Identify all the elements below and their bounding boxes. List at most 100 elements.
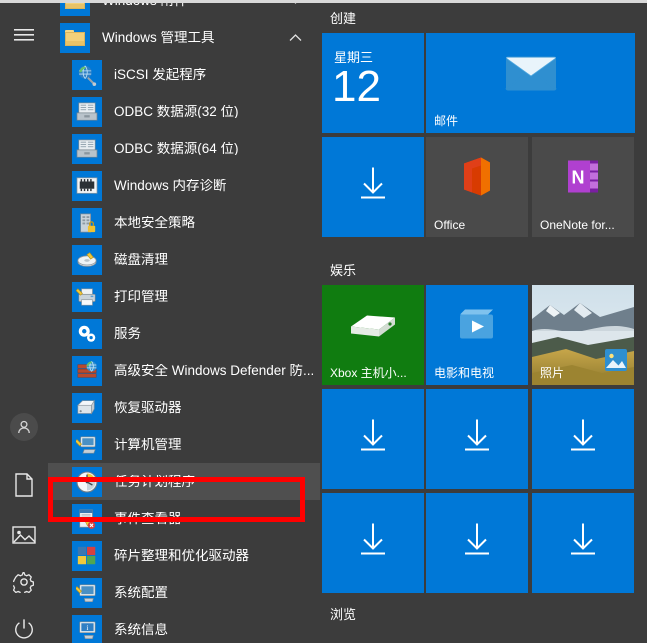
tile-office[interactable]: Office [426,137,528,237]
event-viewer-icon [72,503,102,534]
tile-downloading-7[interactable] [532,493,634,593]
sidebar-item-pictures[interactable] [0,511,48,559]
drive-icon [72,392,102,423]
list-item-label: 计算机管理 [114,437,182,452]
firewall-icon [72,355,102,386]
tile-label: 邮件 [434,114,459,128]
memory-chip-icon [72,170,102,201]
download-arrow-icon [566,418,600,461]
list-item-label: 打印管理 [114,289,168,304]
list-item-label: iSCSI 发起程序 [114,67,207,82]
list-item-recovery-drive[interactable]: 恢复驱动器 [48,389,320,426]
download-arrow-icon [566,522,600,565]
hamburger-menu-button[interactable] [0,11,48,59]
security-lock-icon [72,207,102,238]
list-item-defender-firewall[interactable]: 高级安全 Windows Defender 防... [48,352,320,389]
list-item-task-scheduler[interactable]: 任务计划程序 [48,463,320,500]
tile-pane: 创建 星期三 12 邮件 Office N OneNote for... 娱乐 … [320,3,647,643]
svg-text:N: N [572,168,585,188]
list-item-label: ODBC 数据源(32 位) [114,104,239,119]
sidebar-item-settings[interactable] [0,558,48,606]
database-icon [72,96,102,127]
system-info-icon: i [72,614,102,643]
tile-onenote[interactable]: N OneNote for... [532,137,634,237]
document-icon [14,473,34,497]
list-item-label: Windows 附件 [102,3,188,7]
chevron-up-icon[interactable] [289,29,302,47]
movies-tv-icon [456,306,498,349]
list-item-label: 系统信息 [114,622,168,637]
list-item-memory-diagnostic[interactable]: Windows 内存诊断 [48,167,320,204]
clock-schedule-icon [72,466,102,497]
list-item-label: 服务 [114,326,141,341]
tile-group-header-create[interactable]: 创建 [320,3,647,33]
svg-text:i: i [86,624,88,632]
gears-icon [72,318,102,349]
list-item-label: 系统配置 [114,585,168,600]
list-item-label: 碎片整理和优化驱动器 [114,548,249,563]
list-item-odbc-64[interactable]: ODBC 数据源(64 位) [48,130,320,167]
power-icon [13,618,35,640]
list-item-event-viewer[interactable]: 事件查看器 [48,500,320,537]
download-arrow-icon [356,418,390,461]
list-item-label: 高级安全 Windows Defender 防... [114,363,315,378]
list-item-label: 磁盘清理 [114,252,168,267]
tile-group-header-browse[interactable]: 浏览 [320,599,647,629]
list-item-folder-accessories[interactable]: Windows 附件 [48,3,320,19]
tile-mail[interactable]: 邮件 [426,33,635,133]
app-list-scrollbar[interactable] [313,3,629,643]
user-avatar-icon [10,413,38,441]
database-icon [72,133,102,164]
start-menu-window: Windows 附件 Windows 管理工具 [0,0,647,643]
tile-downloading-1[interactable] [322,137,424,237]
tile-photos[interactable]: 照片 [532,285,634,385]
tile-downloading-4[interactable] [532,389,634,489]
list-item-iscsi[interactable]: iSCSI 发起程序 [48,56,320,93]
list-item-system-information[interactable]: i 系统信息 [48,611,320,643]
list-item-print-management[interactable]: 打印管理 [48,278,320,315]
tile-label: OneNote for... [540,218,615,232]
chevron-down-icon[interactable] [289,3,302,10]
sidebar-item-account[interactable] [0,403,48,451]
tile-label: Xbox 主机小... [330,366,407,380]
list-item-local-security-policy[interactable]: 本地安全策略 [48,204,320,241]
tile-calendar[interactable]: 星期三 12 [322,33,424,133]
download-arrow-icon [460,522,494,565]
start-menu-left-rail [0,3,48,643]
tile-label: 照片 [540,366,565,380]
tile-downloading-6[interactable] [426,493,528,593]
onenote-logo-icon: N [564,158,602,201]
tile-downloading-2[interactable] [322,389,424,489]
tile-movies-tv[interactable]: 电影和电视 [426,285,528,385]
tile-xbox-console-companion[interactable]: Xbox 主机小... [322,285,424,385]
globe-network-icon [72,59,102,90]
download-arrow-icon [356,522,390,565]
list-item-odbc-32[interactable]: ODBC 数据源(32 位) [48,93,320,130]
office-logo-icon [458,156,496,203]
tile-label: 电影和电视 [434,366,495,380]
list-item-services[interactable]: 服务 [48,315,320,352]
list-item-label: Windows 管理工具 [102,30,215,45]
list-item-defragment[interactable]: 碎片整理和优化驱动器 [48,537,320,574]
tile-downloading-3[interactable] [426,389,528,489]
sidebar-item-documents[interactable] [0,461,48,509]
defrag-icon [72,540,102,571]
download-arrow-icon [460,418,494,461]
list-item-folder-admin-tools[interactable]: Windows 管理工具 [48,19,320,56]
sidebar-item-power[interactable] [0,605,48,643]
list-item-label: 任务计划程序 [114,474,195,489]
mail-envelope-icon [504,54,557,97]
list-item-label: 事件查看器 [114,511,182,526]
xbox-console-icon [345,305,401,350]
pictures-icon [12,525,36,545]
download-arrow-icon [356,166,390,209]
hamburger-icon [14,28,34,42]
list-item-disk-cleanup[interactable]: 磁盘清理 [48,241,320,278]
tile-group-header-entertainment[interactable]: 娱乐 [320,255,647,285]
tile-downloading-5[interactable] [322,493,424,593]
gear-icon [13,571,35,593]
list-item-label: Windows 内存诊断 [114,178,227,193]
list-item-computer-management[interactable]: 计算机管理 [48,426,320,463]
app-list[interactable]: Windows 附件 Windows 管理工具 [48,3,320,643]
list-item-system-configuration[interactable]: 系统配置 [48,574,320,611]
